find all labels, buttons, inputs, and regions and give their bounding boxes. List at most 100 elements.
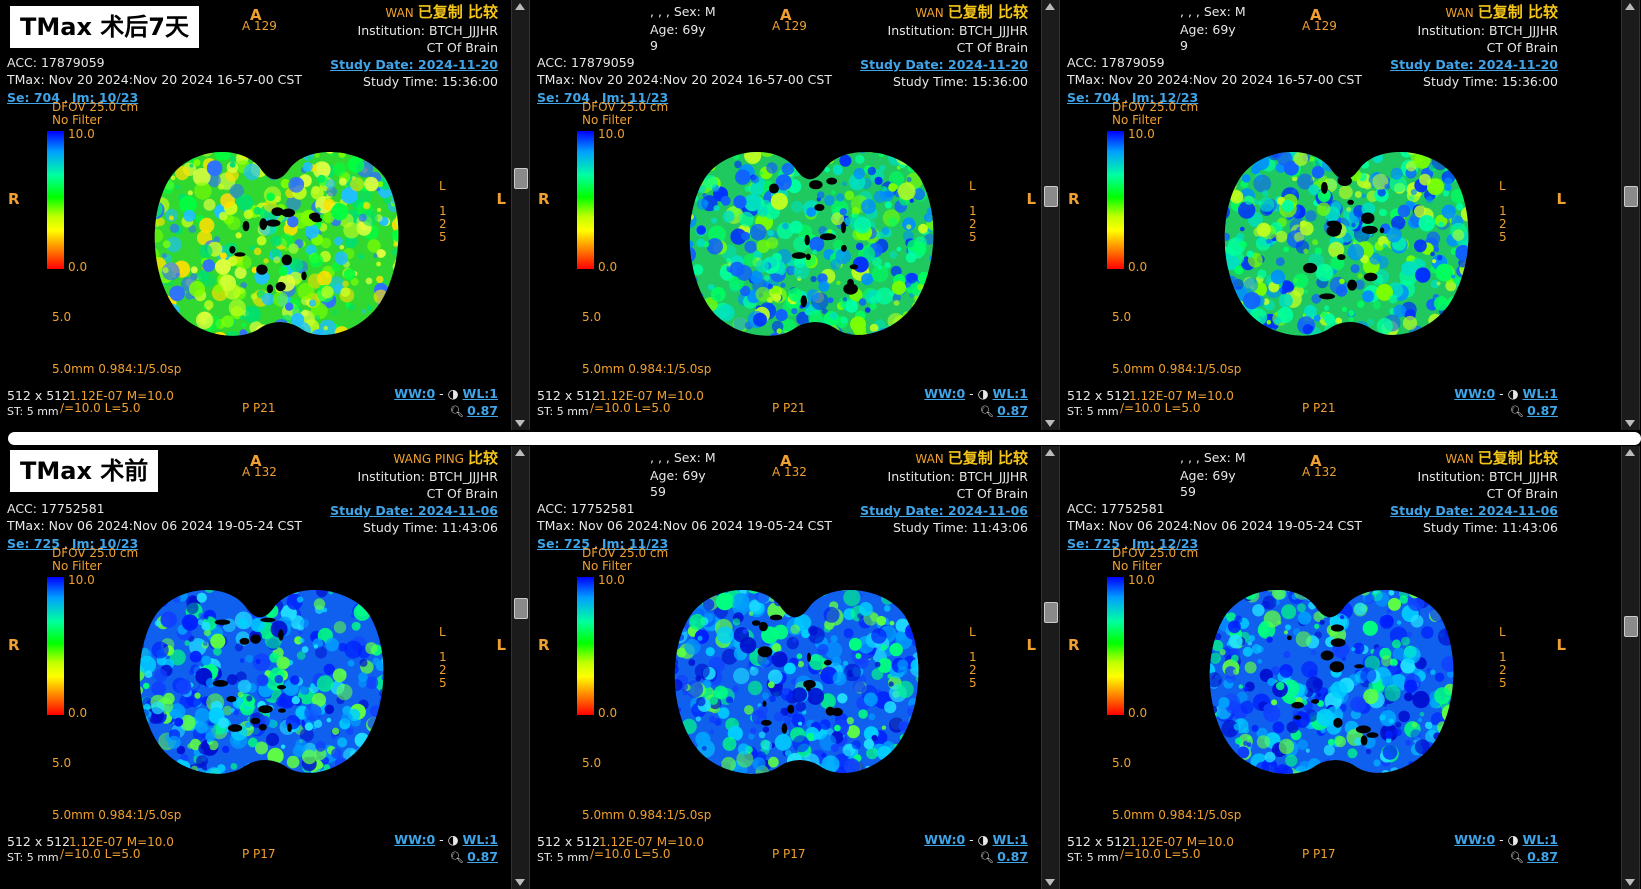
slice-scrollbar[interactable] — [1621, 0, 1640, 430]
zoom-value-link[interactable]: 0.87 — [1527, 849, 1558, 864]
institution-text: Institution: BTCH_JJJHR — [887, 469, 1028, 484]
slice-thickness-st: ST: 5 mm — [1067, 405, 1119, 418]
slice-scrollbar[interactable] — [511, 0, 530, 430]
zoom-icon[interactable]: 🔍︎ — [980, 851, 997, 864]
study-date-link[interactable]: Study Date: 2024-11-20 — [1390, 58, 1558, 72]
contrast-icon[interactable]: ◑ — [1508, 386, 1523, 401]
institution-text: Institution: BTCH_JJJHR — [357, 469, 498, 484]
viewport-pane[interactable]: WAN 已复制 比较 Institution: BTCH_JJJHR CT Of Br… — [530, 0, 1040, 430]
scroll-up-icon[interactable] — [1045, 3, 1055, 10]
divider-bar — [8, 432, 1641, 445]
institution-text: Institution: BTCH_JJJHR — [357, 23, 498, 38]
study-date-link[interactable]: Study Date: 2024-11-20 — [330, 58, 498, 72]
study-date-link[interactable]: Study Date: 2024-11-06 — [330, 504, 498, 518]
tmax-series-text: TMax: Nov 20 2024:Nov 20 2024 16-57-00 C… — [7, 72, 302, 87]
contrast-icon[interactable]: ◑ — [448, 386, 463, 401]
slice-scrollbar[interactable] — [1621, 446, 1640, 889]
window-level-link[interactable]: WL:1 — [463, 832, 498, 847]
orientation-right: R — [538, 190, 550, 208]
scroll-down-icon[interactable] — [1045, 879, 1055, 886]
scroll-up-icon[interactable] — [515, 3, 525, 10]
scroll-up-icon[interactable] — [1625, 449, 1635, 456]
zoom-icon[interactable]: 🔍︎ — [450, 851, 467, 864]
scroll-thumb[interactable] — [514, 168, 528, 189]
zoom-value-link[interactable]: 0.87 — [467, 403, 498, 418]
compare-badge: 已复制 比较 — [417, 3, 498, 21]
scroll-down-icon[interactable] — [515, 420, 525, 427]
window-level-link[interactable]: WL:1 — [993, 386, 1028, 401]
study-date-link[interactable]: Study Date: 2024-11-06 — [1390, 504, 1558, 518]
separator: - — [435, 832, 448, 847]
window-width-link[interactable]: WW:0 — [1454, 832, 1495, 847]
window-level-link[interactable]: WL:1 — [1523, 386, 1558, 401]
window-level-link[interactable]: WL:1 — [463, 386, 498, 401]
window-params: /=10.0 L=5.0 — [590, 847, 671, 861]
study-time-text: Study Time: 11:43:06 — [1423, 520, 1558, 535]
brain-image — [1195, 576, 1465, 790]
patient-name-overlay: WAN — [1445, 452, 1474, 466]
viewport-pane[interactable]: WANG PING 比较 Institution: BTCH_JJJHR CT Of … — [0, 446, 510, 889]
side-marker: 5 — [439, 230, 447, 244]
header-name: WAN 已复制 比较 — [1445, 5, 1558, 21]
side-marker: 5 — [1499, 230, 1507, 244]
study-date-link[interactable]: Study Date: 2024-11-20 — [860, 58, 1028, 72]
contrast-icon[interactable]: ◑ — [978, 386, 993, 401]
tmax-series-text: TMax: Nov 06 2024:Nov 06 2024 19-05-24 C… — [537, 518, 832, 533]
viewport-pane[interactable]: WAN 已复制 比较 Institution: BTCH_JJJHR CT Of Br… — [0, 0, 510, 430]
accession-text: ACC: 17752581 — [537, 501, 635, 516]
scroll-down-icon[interactable] — [1625, 879, 1635, 886]
contrast-icon[interactable]: ◑ — [978, 832, 993, 847]
series-description: CT Of Brain — [1486, 486, 1558, 501]
viewport-pane[interactable]: WAN 已复制 比较 Institution: BTCH_JJJHR CT Of Br… — [1060, 446, 1570, 889]
scroll-down-icon[interactable] — [515, 879, 525, 886]
window-level-link[interactable]: WL:1 — [1523, 832, 1558, 847]
zoom-icon[interactable]: 🔍︎ — [1510, 851, 1527, 864]
filter-text: No Filter — [582, 113, 632, 127]
zoom-value-link[interactable]: 0.87 — [997, 403, 1028, 418]
zoom-icon[interactable]: 🔍︎ — [980, 405, 997, 418]
scroll-thumb[interactable] — [1044, 602, 1058, 623]
zoom-value-link[interactable]: 0.87 — [467, 849, 498, 864]
window-width-link[interactable]: WW:0 — [1454, 386, 1495, 401]
scroll-up-icon[interactable] — [515, 449, 525, 456]
orientation-anterior-position: A 129 — [1302, 19, 1337, 33]
scroll-up-icon[interactable] — [1045, 449, 1055, 456]
orientation-right: R — [8, 190, 20, 208]
scroll-thumb[interactable] — [1624, 186, 1638, 207]
tmax-series-text: TMax: Nov 20 2024:Nov 20 2024 16-57-00 C… — [537, 72, 832, 87]
series-description: CT Of Brain — [956, 40, 1028, 55]
patient-sex-text: , , , Sex: M — [650, 4, 716, 19]
scroll-up-icon[interactable] — [1625, 3, 1635, 10]
separator: - — [965, 832, 978, 847]
window-width-link[interactable]: WW:0 — [924, 386, 965, 401]
viewport-pane[interactable]: WAN 已复制 比较 Institution: BTCH_JJJHR CT Of Br… — [530, 446, 1040, 889]
scroll-down-icon[interactable] — [1045, 420, 1055, 427]
slice-scrollbar[interactable] — [1041, 0, 1060, 430]
zoom-value-link[interactable]: 0.87 — [997, 849, 1028, 864]
bottom-row-label: TMax 术前 — [10, 450, 159, 492]
scroll-thumb[interactable] — [1044, 186, 1058, 207]
row-divider — [0, 430, 1641, 446]
orientation-right: R — [8, 636, 20, 654]
scroll-thumb[interactable] — [1624, 616, 1638, 637]
study-date-link[interactable]: Study Date: 2024-11-06 — [860, 504, 1028, 518]
slice-scrollbar[interactable] — [511, 446, 530, 889]
contrast-icon[interactable]: ◑ — [448, 832, 463, 847]
zoom-icon[interactable]: 🔍︎ — [450, 405, 467, 418]
window-width-link[interactable]: WW:0 — [924, 832, 965, 847]
slice-scrollbar[interactable] — [1041, 446, 1060, 889]
scroll-thumb[interactable] — [514, 598, 528, 619]
orientation-posterior: P P21 — [242, 401, 276, 415]
contrast-icon[interactable]: ◑ — [1508, 832, 1523, 847]
colorbar-max-label: 10.0 — [68, 573, 95, 587]
window-level-link[interactable]: WL:1 — [993, 832, 1028, 847]
window-width-link[interactable]: WW:0 — [394, 386, 435, 401]
colorbar-min-label: 0.0 — [1128, 260, 1148, 274]
window-width-link[interactable]: WW:0 — [394, 832, 435, 847]
viewport-pane[interactable]: WAN 已复制 比较 Institution: BTCH_JJJHR CT Of Br… — [1060, 0, 1570, 430]
scroll-down-icon[interactable] — [1625, 420, 1635, 427]
filter-text: No Filter — [1112, 113, 1162, 127]
filter-text: No Filter — [582, 559, 632, 573]
zoom-value-link[interactable]: 0.87 — [1527, 403, 1558, 418]
zoom-icon[interactable]: 🔍︎ — [1510, 405, 1527, 418]
